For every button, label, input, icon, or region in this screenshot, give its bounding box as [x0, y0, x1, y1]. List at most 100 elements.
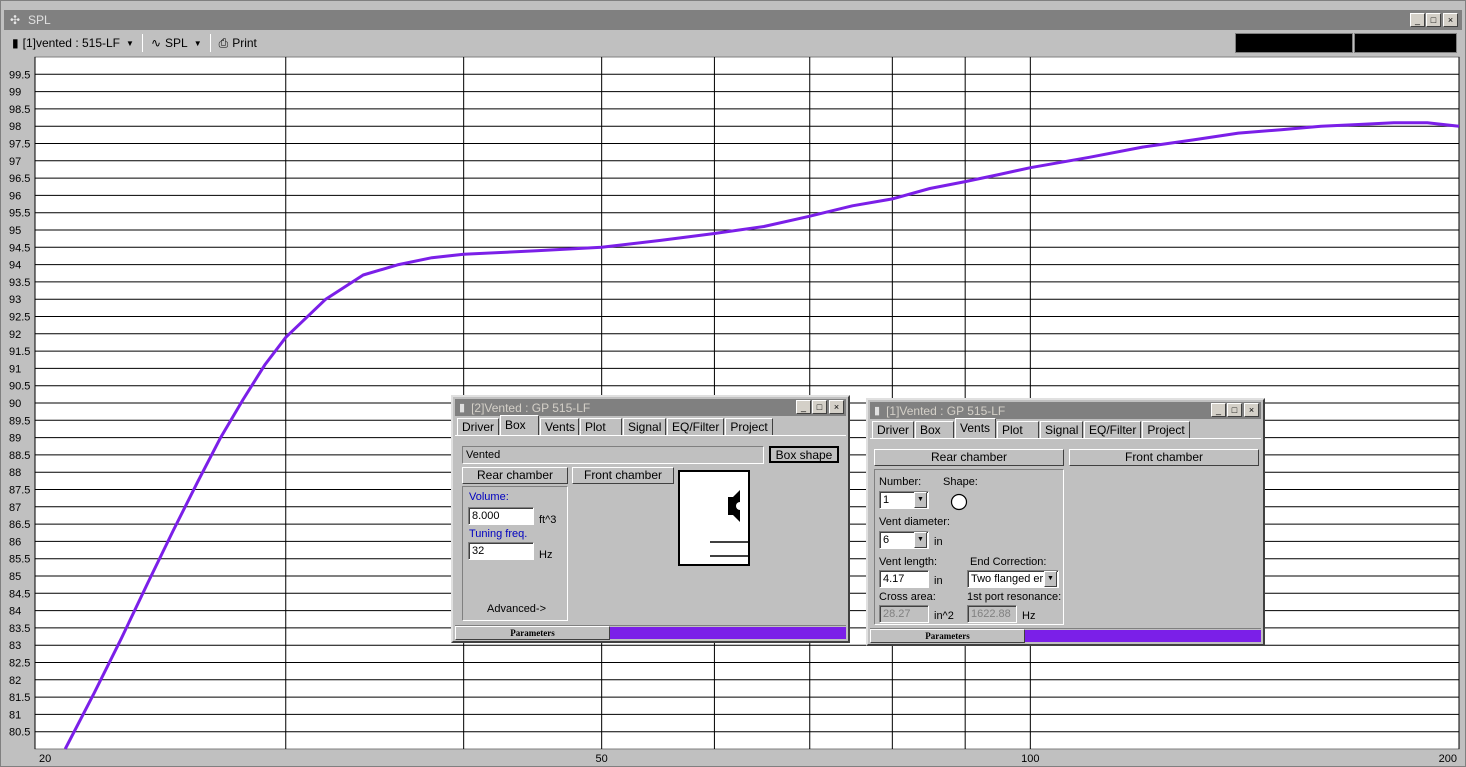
x-tick-label: 100 [1021, 753, 1039, 765]
y-tick-label: 92 [9, 329, 21, 341]
plot-selector[interactable]: ∿ SPL ▼ [145, 33, 208, 53]
tab-box[interactable]: Box [915, 421, 954, 439]
tab-vents[interactable]: Vents [955, 418, 996, 439]
front-chamber-button[interactable]: Front chamber [1069, 449, 1259, 466]
toolbar-separator [209, 34, 211, 52]
tab-project[interactable]: Project [725, 418, 773, 436]
y-tick-label: 90 [9, 398, 21, 410]
maximize-button[interactable]: □ [1227, 403, 1242, 417]
box-shape-button[interactable]: Box shape [769, 446, 839, 463]
y-tick-label: 91.5 [9, 346, 30, 358]
cursor-readout-right [1354, 33, 1457, 53]
circle-shape-icon[interactable] [950, 493, 968, 511]
vent-length-unit: in [934, 575, 943, 587]
x-tick-label: 200 [1439, 753, 1457, 765]
y-tick-label: 94.5 [9, 242, 30, 254]
printer-icon: ⎙ [218, 35, 229, 50]
vent-diameter-unit: in [934, 536, 943, 548]
y-tick-label: 93.5 [9, 277, 30, 289]
dialog-titlebar[interactable]: ▮ [1]Vented : GP 515-LF _ □ × [870, 402, 1261, 419]
y-tick-label: 84 [9, 606, 21, 618]
speaker-icon: ▮ [874, 405, 881, 417]
print-button[interactable]: ⎙ Print [213, 33, 263, 53]
rear-vent-group: Number: 1 ▼ Shape: Vent diameter: 6 ▼ in… [874, 469, 1064, 625]
project-selector[interactable]: ▮ [1]vented : 515-LF ▼ [4, 33, 140, 53]
close-button[interactable]: × [1443, 13, 1458, 27]
y-tick-label: 93 [9, 294, 21, 306]
tab-project[interactable]: Project [1142, 421, 1190, 439]
tab-box[interactable]: Box [500, 415, 539, 436]
y-tick-label: 81.5 [9, 692, 30, 704]
y-tick-label: 83.5 [9, 623, 30, 635]
volume-label: Volume: [469, 491, 509, 503]
y-tick-label: 92.5 [9, 312, 30, 324]
y-tick-label: 85.5 [9, 554, 30, 566]
box-tab-body: Vented Box shape Rear chamber Front cham… [455, 435, 846, 623]
chevron-down-icon: ▼ [193, 38, 202, 48]
y-tick-label: 94 [9, 260, 21, 272]
cross-area-unit: in^2 [934, 610, 954, 622]
rear-chamber-group: Volume: 8.000 ft^3 Tuning freq. 32 Hz Ad… [462, 486, 568, 621]
advanced-link[interactable]: Advanced-> [487, 603, 546, 615]
y-tick-label: 99 [9, 87, 21, 99]
status-progress [610, 627, 846, 639]
number-label: Number: [879, 476, 922, 488]
vent-length-input[interactable]: 4.17 [879, 570, 929, 588]
plot-selector-label: SPL [165, 36, 188, 50]
tab-signal[interactable]: Signal [1040, 421, 1083, 439]
minimize-button[interactable]: _ [796, 400, 811, 414]
close-button[interactable]: × [829, 400, 844, 414]
vent-diameter-combo[interactable]: 6 ▼ [879, 531, 929, 549]
end-correction-combo[interactable]: Two flanged er ▼ [967, 570, 1059, 588]
speaker-icon: ▮ [12, 36, 19, 50]
tab-plot[interactable]: Plot [580, 418, 622, 436]
project-selector-label: [1]vented : 515-LF [22, 36, 121, 50]
minimize-button[interactable]: _ [1410, 13, 1425, 27]
y-tick-label: 86.5 [9, 519, 30, 531]
maximize-button[interactable]: □ [1426, 13, 1441, 27]
close-button[interactable]: × [1244, 403, 1259, 417]
number-combo[interactable]: 1 ▼ [879, 491, 929, 509]
maximize-button[interactable]: □ [812, 400, 827, 414]
vent-length-label: Vent length: [879, 556, 938, 568]
tab-signal[interactable]: Signal [623, 418, 666, 436]
y-tick-label: 87.5 [9, 485, 30, 497]
y-tick-label: 99.5 [9, 69, 30, 81]
dialog-status-bar: Parameters [455, 625, 846, 640]
dialog-status-bar: Parameters [870, 628, 1261, 643]
window-title: SPL [28, 13, 51, 27]
cross-area-label: Cross area: [879, 591, 936, 603]
y-tick-label: 83 [9, 640, 21, 652]
box-preview [678, 470, 750, 566]
shape-label: Shape: [943, 476, 978, 488]
tuning-freq-input[interactable]: 32 [468, 542, 534, 560]
y-tick-label: 85 [9, 571, 21, 583]
rear-chamber-button[interactable]: Rear chamber [874, 449, 1064, 466]
window-titlebar[interactable]: ✣ SPL _ □ × [4, 10, 1462, 30]
chevron-down-icon[interactable]: ▼ [914, 532, 927, 548]
status-label: Parameters [870, 629, 1025, 643]
tab-vents[interactable]: Vents [540, 418, 579, 436]
rear-chamber-button[interactable]: Rear chamber [462, 467, 568, 484]
x-tick-label: 20 [39, 753, 51, 765]
y-tick-label: 97 [9, 156, 21, 168]
chevron-down-icon[interactable]: ▼ [1044, 571, 1057, 587]
tab-eq-filter[interactable]: EQ/Filter [667, 418, 725, 436]
move-icon: ✣ [10, 13, 21, 27]
y-tick-label: 95 [9, 225, 21, 237]
x-tick-label: 50 [596, 753, 608, 765]
front-chamber-button[interactable]: Front chamber [572, 467, 674, 484]
chevron-down-icon[interactable]: ▼ [914, 492, 927, 508]
y-tick-label: 91 [9, 363, 21, 375]
y-tick-label: 98.5 [9, 104, 30, 116]
volume-input[interactable]: 8.000 [468, 507, 534, 525]
tab-driver[interactable]: Driver [872, 421, 914, 439]
tab-eq-filter[interactable]: EQ/Filter [1084, 421, 1142, 439]
minimize-button[interactable]: _ [1211, 403, 1226, 417]
tab-driver[interactable]: Driver [457, 418, 499, 436]
tab-plot[interactable]: Plot [997, 421, 1039, 439]
dialog-titlebar[interactable]: ▮ [2]Vented : GP 515-LF _ □ × [455, 399, 846, 416]
y-tick-label: 87 [9, 502, 21, 514]
print-label: Print [232, 36, 257, 50]
y-tick-label: 88 [9, 467, 21, 479]
